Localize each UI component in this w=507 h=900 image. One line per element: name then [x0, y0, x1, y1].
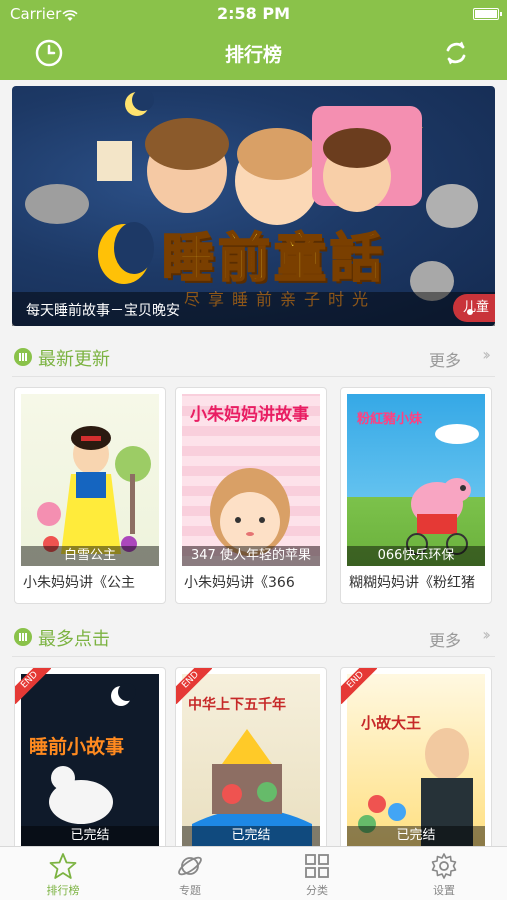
section-header-popular: 最多点击 更多 ›› — [12, 620, 495, 654]
end-badge: END — [15, 668, 51, 704]
end-badge: END — [176, 668, 212, 704]
album-title: 糊糊妈妈讲《粉红猪 — [349, 575, 475, 591]
divider — [12, 376, 495, 377]
end-badge: END — [341, 668, 377, 704]
section-title: 最新更新 — [38, 349, 110, 370]
tab-bar: 排行榜 专题 分类 设置 — [0, 846, 507, 900]
clock-time: 2:58 PM — [216, 4, 290, 23]
banner-carousel[interactable]: 睡前童話 尽享睡前亲子时光 — [12, 86, 495, 326]
section-header-latest: 最新更新 更多 ›› — [12, 340, 495, 374]
chevron-right-icon[interactable]: ›› — [482, 345, 491, 364]
album-card[interactable]: 粉紅豬小妹 066快乐环保 糊糊妈妈讲《粉红猪 — [340, 387, 492, 604]
album-cover — [21, 394, 159, 566]
divider — [12, 656, 495, 657]
banner-caption: 每天睡前故事－宝贝晚安 — [26, 303, 180, 319]
album-cover-caption: 白雪公主 — [21, 546, 159, 566]
album-title: 小朱妈妈讲《366 — [184, 575, 295, 591]
banner-tag: 儿童 — [453, 294, 495, 322]
album-title: 小朱妈妈讲《公主 — [23, 575, 135, 591]
tab-ranking[interactable]: 排行榜 — [0, 847, 126, 900]
tab-settings[interactable]: 设置 — [381, 847, 507, 900]
section-icon — [14, 628, 32, 646]
nav-bar: Carrier 2:58 PM 排行榜 — [0, 0, 507, 80]
album-card[interactable]: 中华上下五千年 END 已完结 — [175, 667, 327, 867]
album-cover: 小朱妈妈讲故事 — [182, 394, 320, 566]
album-cover-caption: 已完结 — [347, 826, 485, 846]
album-card[interactable]: 睡前小故事 END 已完结 — [14, 667, 166, 867]
more-link[interactable]: 更多 — [429, 627, 461, 651]
page-indicator-dot[interactable] — [467, 309, 473, 315]
status-bar: Carrier 2:58 PM — [0, 0, 507, 28]
banner-title: 睡前童話 — [161, 228, 387, 290]
tab-categories[interactable]: 分类 — [254, 847, 380, 900]
album-cover-caption: 066快乐环保 — [347, 546, 485, 566]
battery-icon — [473, 8, 502, 20]
star-icon — [49, 852, 77, 880]
album-cover-caption: 已完结 — [182, 826, 320, 846]
chevron-right-icon[interactable]: ›› — [482, 625, 491, 644]
tab-label: 排行榜 — [46, 884, 80, 897]
refresh-icon[interactable] — [441, 38, 471, 68]
tab-label: 分类 — [306, 884, 328, 897]
grid-icon — [303, 852, 331, 880]
tab-topics[interactable]: 专题 — [127, 847, 253, 900]
section-icon — [14, 348, 32, 366]
album-cover-caption: 已完结 — [21, 826, 159, 846]
more-link[interactable]: 更多 — [429, 347, 461, 371]
album-cover: 粉紅豬小妹 — [347, 394, 485, 566]
album-card[interactable]: 小朱妈妈讲故事 347 使人年轻的苹果 小朱妈妈讲《366 — [175, 387, 327, 604]
tab-label: 设置 — [433, 884, 455, 897]
album-card[interactable]: 白雪公主 小朱妈妈讲《公主 — [14, 387, 166, 604]
tab-label: 专题 — [179, 884, 201, 897]
album-cover-caption: 347 使人年轻的苹果 — [182, 546, 320, 566]
gear-icon — [430, 852, 458, 880]
album-card[interactable]: 小故大王 END 已完结 — [340, 667, 492, 867]
planet-icon — [176, 852, 204, 880]
section-title: 最多点击 — [38, 629, 110, 650]
banner-caption-bar: 每天睡前故事－宝贝晚安 儿童 — [12, 292, 495, 326]
page-title: 排行榜 — [224, 44, 282, 66]
